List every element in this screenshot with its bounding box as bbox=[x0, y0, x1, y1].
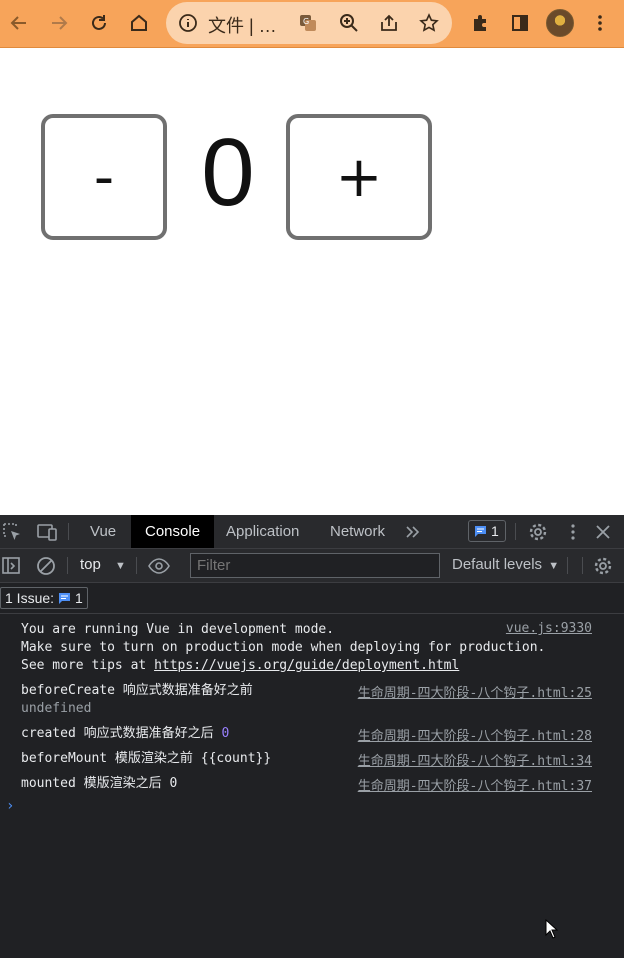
tab-application[interactable]: Application bbox=[226, 515, 299, 548]
decrement-button[interactable]: - bbox=[41, 114, 167, 240]
issues-link[interactable]: 1 Issue: 1 bbox=[0, 587, 88, 609]
profile-avatar[interactable] bbox=[546, 9, 574, 37]
more-vert-icon bbox=[598, 15, 602, 31]
dropdown-arrow-icon: ▼ bbox=[548, 560, 560, 572]
mouse-cursor-icon bbox=[545, 919, 559, 939]
sidebar-toggle-icon[interactable] bbox=[1, 555, 23, 577]
share-icon[interactable] bbox=[379, 13, 399, 33]
arrow-right-icon bbox=[52, 16, 68, 30]
issues-count: 1 bbox=[75, 590, 83, 606]
source-link[interactable]: vue.js:9330 bbox=[506, 621, 592, 636]
dropdown-arrow-icon: ▼ bbox=[115, 560, 126, 572]
console-message: beforeMount 模版渲染之前 {{count}} bbox=[21, 751, 272, 766]
console-number-value: 0 bbox=[221, 726, 230, 741]
tab-console[interactable]: Console bbox=[131, 515, 215, 548]
clear-console-icon[interactable] bbox=[35, 555, 57, 577]
source-link[interactable]: 生命周期-四大阶段-八个钩子.html:34 bbox=[358, 750, 592, 769]
home-button[interactable] bbox=[124, 8, 154, 38]
svg-text:G: G bbox=[303, 17, 309, 26]
console-message: You are running Vue in development mode. bbox=[21, 621, 334, 639]
deployment-docs-link[interactable]: https://vuejs.org/guide/deployment.html bbox=[154, 658, 459, 673]
home-icon bbox=[131, 14, 147, 31]
address-text: 文件 | … bbox=[208, 16, 277, 36]
toolbar-separator bbox=[136, 557, 137, 574]
devtools-tabbar: Vue Console Application Network 1 bbox=[0, 515, 624, 549]
more-vert-icon[interactable] bbox=[562, 521, 584, 543]
zoom-icon[interactable] bbox=[339, 13, 359, 33]
message-icon bbox=[59, 593, 71, 604]
issues-bar: 1 Issue: 1 bbox=[0, 583, 624, 614]
toolbar-separator bbox=[582, 557, 583, 574]
eye-icon[interactable] bbox=[148, 555, 170, 577]
inspect-element-icon[interactable] bbox=[1, 521, 23, 543]
console-line-text: See more tips at bbox=[21, 658, 155, 673]
console-prompt[interactable]: › bbox=[6, 798, 14, 814]
address-bar[interactable]: 文件 | … G bbox=[166, 2, 452, 44]
forward-button[interactable] bbox=[44, 8, 74, 38]
tab-vue[interactable]: Vue bbox=[90, 515, 116, 548]
browser-menu-button[interactable] bbox=[585, 8, 615, 38]
console-message-text: created 响应式数据准备好之后 bbox=[21, 726, 222, 741]
devtools-panel: Vue Console Application Network 1 top ▼ … bbox=[0, 515, 624, 958]
reload-button[interactable] bbox=[84, 8, 114, 38]
puzzle-icon bbox=[474, 15, 486, 31]
console-toolbar: top ▼ Default levels ▼ bbox=[0, 549, 624, 583]
console-message: mounted 模版渲染之后 0 bbox=[21, 776, 178, 791]
browser-toolbar: 文件 | … G bbox=[0, 0, 624, 48]
more-tabs-icon[interactable] bbox=[402, 521, 424, 543]
console-message: beforeCreate 响应式数据准备好之前 bbox=[21, 683, 253, 698]
info-icon[interactable] bbox=[178, 13, 198, 33]
close-devtools-icon[interactable] bbox=[592, 521, 614, 543]
source-link[interactable]: 生命周期-四大阶段-八个钩子.html:37 bbox=[358, 775, 592, 794]
settings-gear-icon[interactable] bbox=[527, 521, 549, 543]
issues-label: 1 Issue: bbox=[5, 590, 55, 606]
console-line: You are running Vue in development mode. bbox=[21, 622, 335, 637]
side-panel-icon bbox=[512, 15, 528, 31]
side-panel-button[interactable] bbox=[505, 8, 535, 38]
device-toolbar-icon[interactable] bbox=[36, 521, 58, 543]
toolbar-separator bbox=[567, 557, 568, 574]
filter-input[interactable] bbox=[190, 553, 440, 578]
context-selector[interactable]: top ▼ bbox=[80, 556, 126, 573]
console-message: created 响应式数据准备好之后 0 bbox=[21, 725, 229, 743]
star-icon[interactable] bbox=[419, 13, 439, 33]
tab-network[interactable]: Network bbox=[330, 515, 385, 548]
back-button[interactable] bbox=[4, 8, 34, 38]
translate-icon[interactable]: G bbox=[298, 13, 318, 33]
log-levels-dropdown[interactable]: Default levels ▼ bbox=[452, 556, 559, 573]
reload-icon bbox=[92, 15, 106, 30]
console-output: You are running Vue in development mode.… bbox=[0, 614, 624, 958]
log-levels-label: Default levels bbox=[452, 556, 543, 573]
arrow-left-icon bbox=[10, 16, 26, 30]
issues-counter-button[interactable]: 1 bbox=[468, 520, 506, 542]
extensions-button[interactable] bbox=[465, 8, 495, 38]
tab-separator bbox=[68, 523, 69, 540]
console-value-undefined: undefined bbox=[21, 701, 92, 716]
toolbar-separator bbox=[67, 557, 68, 574]
context-selector-value: top bbox=[80, 556, 101, 573]
increment-button[interactable]: + bbox=[286, 114, 432, 240]
tab-separator bbox=[515, 523, 516, 540]
source-link[interactable]: 生命周期-四大阶段-八个钩子.html:28 bbox=[358, 725, 592, 744]
source-link[interactable]: 生命周期-四大阶段-八个钩子.html:25 bbox=[358, 682, 592, 701]
console-line: Make sure to turn on production mode whe… bbox=[21, 640, 546, 655]
count-value: 0 bbox=[201, 119, 255, 226]
console-line: See more tips at https://vuejs.org/guide… bbox=[21, 657, 459, 675]
console-settings-gear-icon[interactable] bbox=[592, 555, 614, 577]
message-icon bbox=[475, 526, 486, 537]
issues-counter-value: 1 bbox=[491, 523, 499, 539]
